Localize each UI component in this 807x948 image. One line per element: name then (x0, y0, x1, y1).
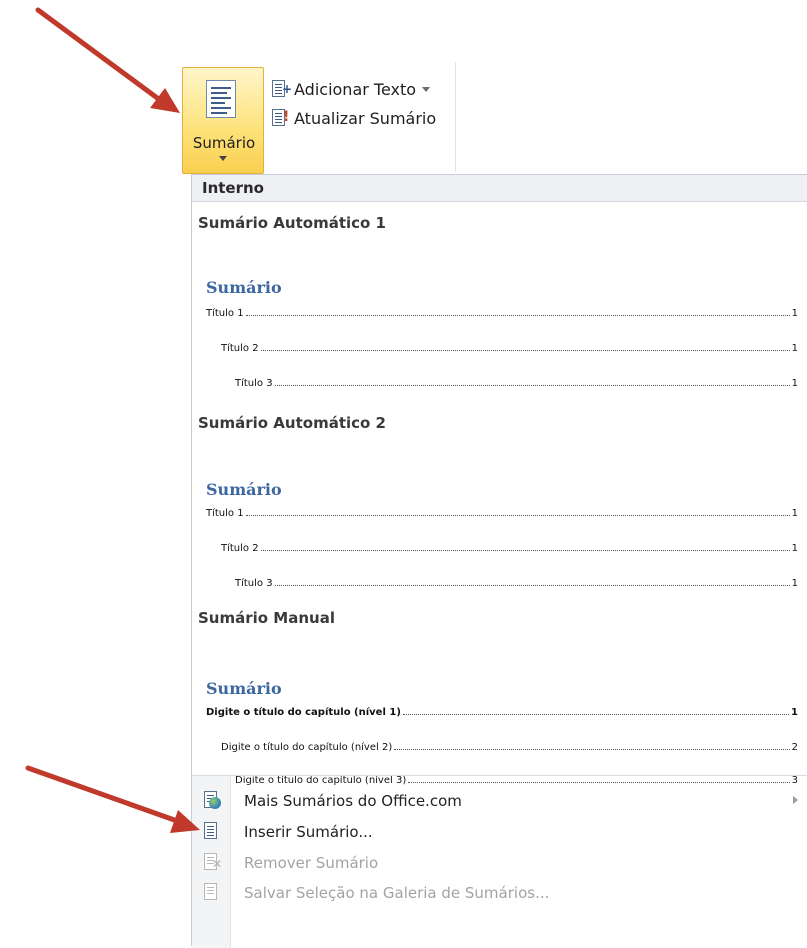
arrow-icon (25, 765, 200, 833)
annotation-arrows (25, 7, 200, 833)
arrow-icon (35, 7, 180, 113)
